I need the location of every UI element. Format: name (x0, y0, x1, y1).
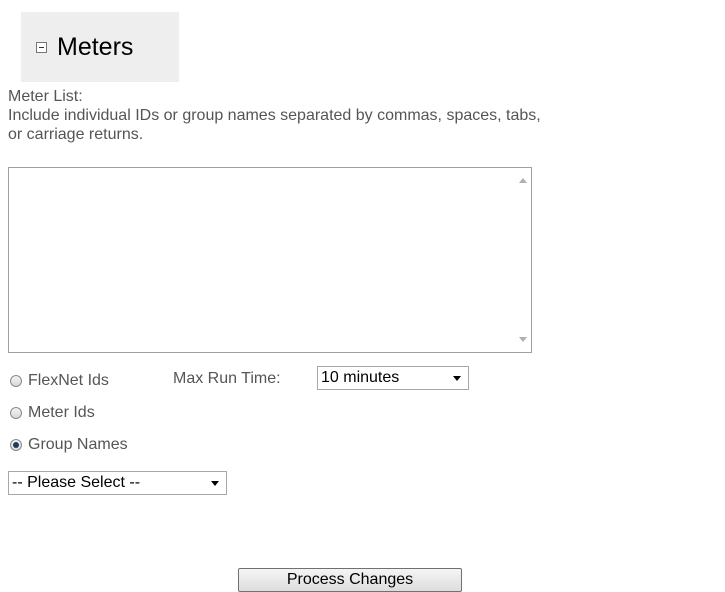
radio-meter-ids[interactable]: Meter Ids (10, 404, 95, 422)
radio-button[interactable] (10, 375, 22, 387)
meter-list-instructions-continued: or carriage returns. (8, 126, 144, 143)
radio-flexnet-ids[interactable]: FlexNet Ids (10, 372, 109, 390)
meter-list-instructions: Include individual IDs or group names se… (8, 107, 541, 124)
scroll-down-icon[interactable] (519, 337, 527, 342)
radio-label: Group Names (28, 436, 128, 453)
chevron-down-icon (453, 376, 461, 381)
radio-button[interactable] (10, 407, 22, 419)
max-run-time-select[interactable]: 10 minutes (317, 366, 469, 390)
process-changes-button[interactable]: Process Changes (238, 568, 462, 592)
radio-button[interactable] (10, 439, 22, 451)
page: Meters Meter List: Include individual ID… (0, 0, 725, 592)
group-select-value: -- Please Select -- (12, 474, 141, 491)
chevron-down-icon (211, 481, 219, 486)
max-run-time-value: 10 minutes (321, 369, 400, 386)
meter-list-textarea[interactable] (8, 167, 532, 353)
scroll-up-icon[interactable] (519, 178, 527, 183)
radio-group-names[interactable]: Group Names (10, 436, 128, 454)
radio-label: Meter Ids (28, 404, 95, 421)
textarea-scrollbar[interactable] (514, 168, 531, 352)
meters-section-header[interactable]: Meters (21, 12, 179, 82)
group-names-select[interactable]: -- Please Select -- (8, 471, 227, 495)
meter-list-label: Meter List: (8, 88, 83, 105)
collapse-icon[interactable] (36, 41, 47, 53)
section-title: Meters (57, 32, 134, 61)
radio-label: FlexNet Ids (28, 372, 109, 389)
max-run-time-label: Max Run Time: (173, 370, 281, 387)
